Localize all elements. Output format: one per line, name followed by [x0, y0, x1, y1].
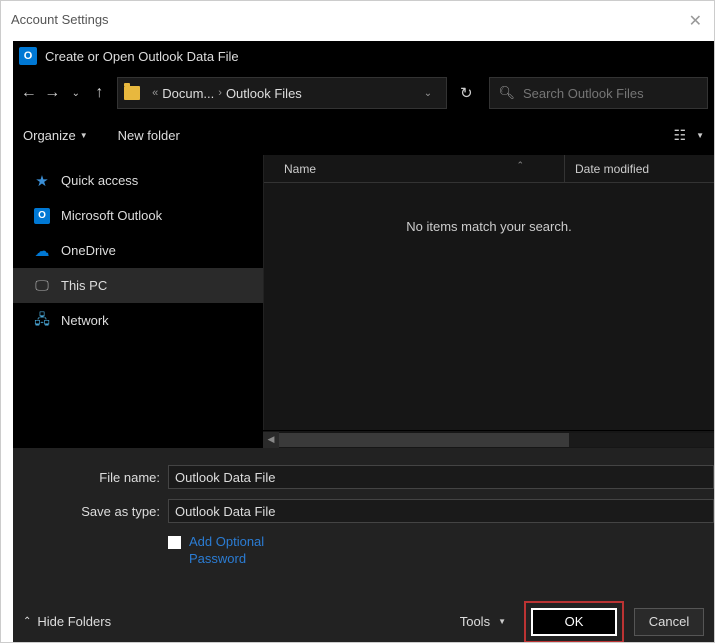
- toolbar: Organize ▼ New folder ☷ ▼: [13, 115, 714, 155]
- scroll-track[interactable]: [279, 433, 714, 447]
- sidebar-item-label: Quick access: [61, 173, 138, 188]
- tools-label: Tools: [460, 614, 490, 629]
- close-icon[interactable]: ✕: [689, 11, 702, 31]
- sidebar-item-this-pc[interactable]: 🖵 This PC: [13, 268, 263, 303]
- folder-icon: [124, 86, 140, 100]
- savetype-row: Save as type:: [13, 496, 714, 526]
- column-headers: Name ⌃ Date modified: [264, 155, 714, 183]
- dialog-title: Create or Open Outlook Data File: [45, 49, 239, 64]
- search-icon: 🔍︎: [498, 85, 515, 101]
- main-area: ★ Quick access O Microsoft Outlook ☁ One…: [13, 155, 714, 430]
- monitor-icon: 🖵: [33, 278, 51, 294]
- ok-button[interactable]: OK: [531, 608, 617, 636]
- savetype-label: Save as type:: [13, 504, 168, 519]
- star-icon: ★: [33, 173, 51, 189]
- file-list: Name ⌃ Date modified No items match your…: [263, 155, 714, 430]
- organize-button[interactable]: Organize ▼: [23, 128, 88, 143]
- empty-message: No items match your search.: [264, 219, 714, 234]
- footer: ⌃ Hide Folders Tools ▼ OK Cancel: [13, 596, 714, 642]
- cancel-button[interactable]: Cancel: [634, 608, 704, 636]
- nav-row: ← → ⌄ ↑ « Docum... › Outlook Files ⌄ ↻ 🔍…: [13, 71, 714, 115]
- sidebar-item-outlook[interactable]: O Microsoft Outlook: [13, 198, 263, 233]
- cloud-icon: ☁: [33, 243, 51, 259]
- add-password-label[interactable]: Add Optional Password: [189, 534, 289, 568]
- up-button[interactable]: ↑: [90, 79, 110, 107]
- column-date[interactable]: Date modified: [564, 155, 714, 182]
- breadcrumb-part-2[interactable]: Outlook Files: [226, 86, 302, 101]
- chevron-down-icon: ▼: [80, 131, 88, 140]
- horizontal-scrollbar[interactable]: ◀: [263, 430, 714, 448]
- ok-label: OK: [565, 614, 584, 629]
- new-folder-button[interactable]: New folder: [118, 128, 180, 143]
- dialog-titlebar: O Create or Open Outlook Data File: [13, 41, 714, 71]
- add-password-checkbox[interactable]: [168, 536, 181, 549]
- add-password-row: Add Optional Password: [13, 534, 714, 568]
- bottom-panel: File name: Save as type: Add Optional Pa…: [13, 448, 714, 642]
- sort-up-icon: ⌃: [516, 160, 524, 171]
- column-name-label: Name: [284, 162, 316, 176]
- filename-input[interactable]: [168, 465, 714, 489]
- filename-row: File name:: [13, 462, 714, 492]
- breadcrumb-part-1[interactable]: Docum...: [162, 86, 214, 101]
- cancel-label: Cancel: [649, 614, 689, 629]
- create-open-dialog: O Create or Open Outlook Data File ← → ⌄…: [13, 41, 714, 642]
- breadcrumb-dropdown-icon[interactable]: ⌄: [416, 88, 440, 99]
- scroll-thumb[interactable]: [279, 433, 569, 447]
- filename-label: File name:: [13, 470, 168, 485]
- sidebar-item-label: Network: [61, 313, 109, 328]
- network-icon: 🖧: [33, 313, 51, 329]
- sidebar: ★ Quick access O Microsoft Outlook ☁ One…: [13, 155, 263, 430]
- sidebar-item-label: Microsoft Outlook: [61, 208, 162, 223]
- new-folder-label: New folder: [118, 128, 180, 143]
- sidebar-item-label: OneDrive: [61, 243, 116, 258]
- outlook-icon: O: [19, 47, 37, 65]
- recent-dropdown-icon[interactable]: ⌄: [66, 79, 86, 107]
- view-mode-icon[interactable]: ☷: [674, 127, 687, 144]
- hide-folders-button[interactable]: ⌃ Hide Folders: [23, 614, 111, 629]
- sidebar-item-quick-access[interactable]: ★ Quick access: [13, 163, 263, 198]
- chevron-left-icon: «: [152, 87, 158, 99]
- scroll-left-icon[interactable]: ◀: [263, 432, 279, 448]
- chevron-down-icon[interactable]: ▼: [696, 131, 704, 140]
- forward-button[interactable]: →: [43, 79, 63, 107]
- organize-label: Organize: [23, 128, 76, 143]
- chevron-right-icon: ›: [218, 87, 222, 99]
- outer-titlebar: Account Settings: [1, 1, 714, 37]
- hide-folders-label: Hide Folders: [37, 614, 111, 629]
- chevron-down-icon: ▼: [498, 617, 506, 626]
- sidebar-item-network[interactable]: 🖧 Network: [13, 303, 263, 338]
- sidebar-item-onedrive[interactable]: ☁ OneDrive: [13, 233, 263, 268]
- back-button[interactable]: ←: [19, 79, 39, 107]
- refresh-button[interactable]: ↻: [455, 77, 477, 109]
- outlook-icon: O: [33, 208, 51, 224]
- breadcrumb[interactable]: « Docum... › Outlook Files ⌄: [117, 77, 447, 109]
- chevron-up-icon: ⌃: [23, 616, 31, 627]
- account-settings-window: Account Settings ✕ O Create or Open Outl…: [0, 0, 715, 643]
- search-input[interactable]: [523, 86, 699, 101]
- sidebar-item-label: This PC: [61, 278, 107, 293]
- column-name[interactable]: Name ⌃: [264, 162, 564, 176]
- outer-window-title: Account Settings: [11, 12, 109, 27]
- search-bar[interactable]: 🔍︎: [489, 77, 708, 109]
- tools-button[interactable]: Tools ▼: [460, 614, 506, 629]
- ok-highlight: OK: [524, 601, 624, 642]
- column-date-label: Date modified: [575, 162, 649, 176]
- savetype-input[interactable]: [168, 499, 714, 523]
